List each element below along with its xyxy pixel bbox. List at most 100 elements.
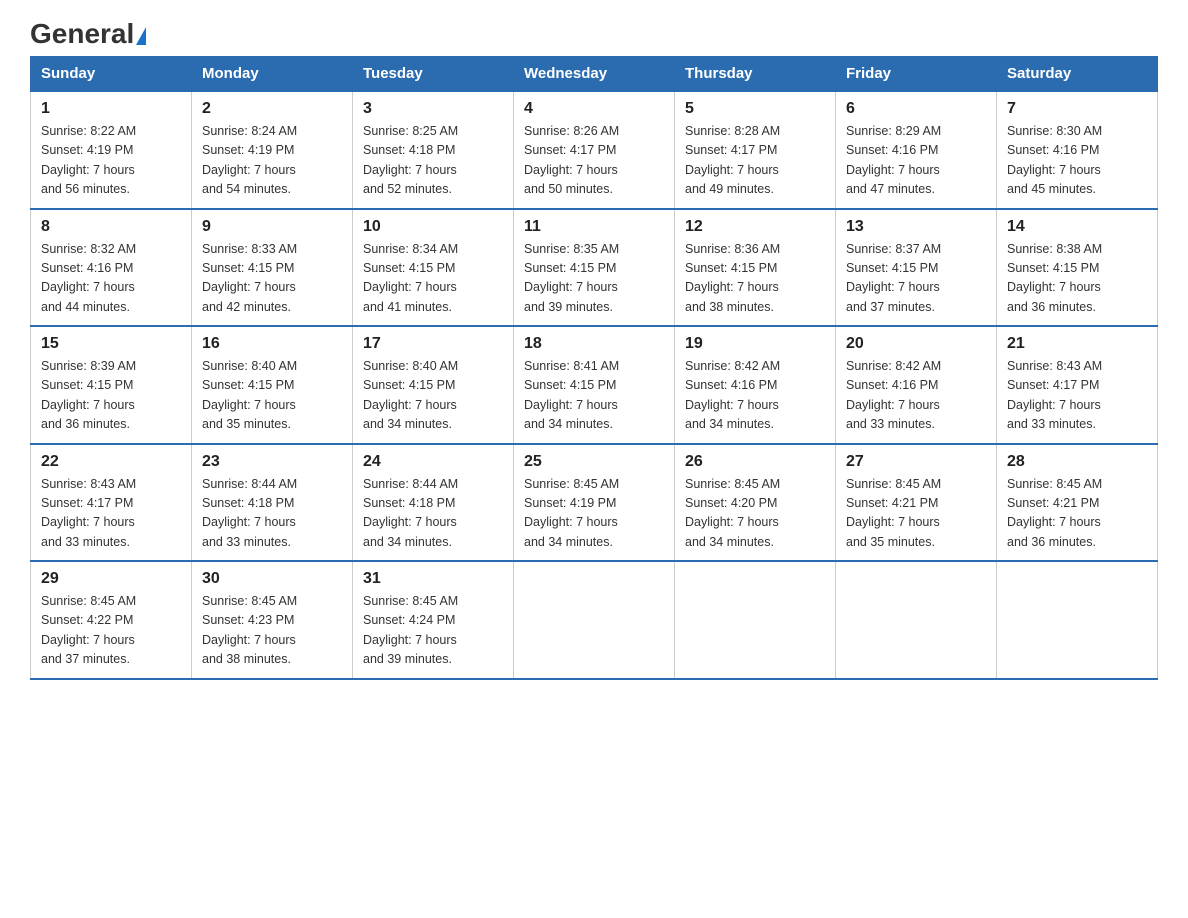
calendar-cell: 4 Sunrise: 8:26 AMSunset: 4:17 PMDayligh… — [514, 91, 675, 209]
calendar-cell: 20 Sunrise: 8:42 AMSunset: 4:16 PMDaylig… — [836, 326, 997, 444]
calendar-cell: 5 Sunrise: 8:28 AMSunset: 4:17 PMDayligh… — [675, 91, 836, 209]
day-number: 16 — [202, 335, 342, 353]
day-info: Sunrise: 8:42 AMSunset: 4:16 PMDaylight:… — [685, 359, 780, 431]
day-info: Sunrise: 8:22 AMSunset: 4:19 PMDaylight:… — [41, 124, 136, 196]
calendar-cell: 10 Sunrise: 8:34 AMSunset: 4:15 PMDaylig… — [353, 209, 514, 327]
day-number: 4 — [524, 100, 664, 118]
day-number: 20 — [846, 335, 986, 353]
calendar-cell — [675, 561, 836, 679]
day-number: 3 — [363, 100, 503, 118]
day-number: 22 — [41, 453, 181, 471]
day-number: 24 — [363, 453, 503, 471]
calendar-cell: 8 Sunrise: 8:32 AMSunset: 4:16 PMDayligh… — [31, 209, 192, 327]
day-info: Sunrise: 8:45 AMSunset: 4:22 PMDaylight:… — [41, 594, 136, 666]
day-info: Sunrise: 8:43 AMSunset: 4:17 PMDaylight:… — [41, 477, 136, 549]
day-info: Sunrise: 8:30 AMSunset: 4:16 PMDaylight:… — [1007, 124, 1102, 196]
calendar-cell: 24 Sunrise: 8:44 AMSunset: 4:18 PMDaylig… — [353, 444, 514, 562]
day-info: Sunrise: 8:37 AMSunset: 4:15 PMDaylight:… — [846, 242, 941, 314]
day-info: Sunrise: 8:26 AMSunset: 4:17 PMDaylight:… — [524, 124, 619, 196]
logo-text: General — [30, 18, 146, 49]
day-info: Sunrise: 8:39 AMSunset: 4:15 PMDaylight:… — [41, 359, 136, 431]
day-info: Sunrise: 8:44 AMSunset: 4:18 PMDaylight:… — [202, 477, 297, 549]
day-number: 10 — [363, 218, 503, 236]
calendar-cell: 25 Sunrise: 8:45 AMSunset: 4:19 PMDaylig… — [514, 444, 675, 562]
day-number: 9 — [202, 218, 342, 236]
calendar-cell: 27 Sunrise: 8:45 AMSunset: 4:21 PMDaylig… — [836, 444, 997, 562]
calendar-cell: 16 Sunrise: 8:40 AMSunset: 4:15 PMDaylig… — [192, 326, 353, 444]
day-number: 21 — [1007, 335, 1147, 353]
day-number: 8 — [41, 218, 181, 236]
day-number: 27 — [846, 453, 986, 471]
day-number: 12 — [685, 218, 825, 236]
day-info: Sunrise: 8:45 AMSunset: 4:24 PMDaylight:… — [363, 594, 458, 666]
day-info: Sunrise: 8:29 AMSunset: 4:16 PMDaylight:… — [846, 124, 941, 196]
calendar-cell: 18 Sunrise: 8:41 AMSunset: 4:15 PMDaylig… — [514, 326, 675, 444]
day-info: Sunrise: 8:40 AMSunset: 4:15 PMDaylight:… — [363, 359, 458, 431]
day-number: 17 — [363, 335, 503, 353]
calendar-cell: 19 Sunrise: 8:42 AMSunset: 4:16 PMDaylig… — [675, 326, 836, 444]
day-info: Sunrise: 8:25 AMSunset: 4:18 PMDaylight:… — [363, 124, 458, 196]
day-info: Sunrise: 8:35 AMSunset: 4:15 PMDaylight:… — [524, 242, 619, 314]
day-number: 14 — [1007, 218, 1147, 236]
calendar-cell: 28 Sunrise: 8:45 AMSunset: 4:21 PMDaylig… — [997, 444, 1158, 562]
calendar-cell: 30 Sunrise: 8:45 AMSunset: 4:23 PMDaylig… — [192, 561, 353, 679]
day-info: Sunrise: 8:45 AMSunset: 4:20 PMDaylight:… — [685, 477, 780, 549]
calendar-cell: 11 Sunrise: 8:35 AMSunset: 4:15 PMDaylig… — [514, 209, 675, 327]
day-number: 11 — [524, 218, 664, 236]
col-header-friday: Friday — [836, 57, 997, 92]
day-number: 28 — [1007, 453, 1147, 471]
calendar-cell — [997, 561, 1158, 679]
day-info: Sunrise: 8:44 AMSunset: 4:18 PMDaylight:… — [363, 477, 458, 549]
calendar-cell: 22 Sunrise: 8:43 AMSunset: 4:17 PMDaylig… — [31, 444, 192, 562]
day-info: Sunrise: 8:24 AMSunset: 4:19 PMDaylight:… — [202, 124, 297, 196]
calendar-cell: 3 Sunrise: 8:25 AMSunset: 4:18 PMDayligh… — [353, 91, 514, 209]
day-info: Sunrise: 8:45 AMSunset: 4:19 PMDaylight:… — [524, 477, 619, 549]
calendar-cell: 13 Sunrise: 8:37 AMSunset: 4:15 PMDaylig… — [836, 209, 997, 327]
calendar-cell: 2 Sunrise: 8:24 AMSunset: 4:19 PMDayligh… — [192, 91, 353, 209]
calendar-cell: 14 Sunrise: 8:38 AMSunset: 4:15 PMDaylig… — [997, 209, 1158, 327]
calendar-cell: 6 Sunrise: 8:29 AMSunset: 4:16 PMDayligh… — [836, 91, 997, 209]
day-number: 5 — [685, 100, 825, 118]
calendar-week-row: 1 Sunrise: 8:22 AMSunset: 4:19 PMDayligh… — [31, 91, 1158, 209]
col-header-wednesday: Wednesday — [514, 57, 675, 92]
calendar-week-row: 22 Sunrise: 8:43 AMSunset: 4:17 PMDaylig… — [31, 444, 1158, 562]
col-header-thursday: Thursday — [675, 57, 836, 92]
page-header: General — [30, 20, 1158, 46]
calendar-week-row: 8 Sunrise: 8:32 AMSunset: 4:16 PMDayligh… — [31, 209, 1158, 327]
calendar-cell: 1 Sunrise: 8:22 AMSunset: 4:19 PMDayligh… — [31, 91, 192, 209]
day-info: Sunrise: 8:32 AMSunset: 4:16 PMDaylight:… — [41, 242, 136, 314]
day-number: 23 — [202, 453, 342, 471]
logo: General — [30, 20, 146, 48]
day-number: 1 — [41, 100, 181, 118]
day-number: 19 — [685, 335, 825, 353]
day-info: Sunrise: 8:45 AMSunset: 4:23 PMDaylight:… — [202, 594, 297, 666]
logo-area: General — [30, 20, 146, 46]
calendar-header-row: SundayMondayTuesdayWednesdayThursdayFrid… — [31, 57, 1158, 92]
day-number: 25 — [524, 453, 664, 471]
col-header-saturday: Saturday — [997, 57, 1158, 92]
day-info: Sunrise: 8:38 AMSunset: 4:15 PMDaylight:… — [1007, 242, 1102, 314]
calendar-cell: 29 Sunrise: 8:45 AMSunset: 4:22 PMDaylig… — [31, 561, 192, 679]
day-number: 18 — [524, 335, 664, 353]
col-header-sunday: Sunday — [31, 57, 192, 92]
day-number: 31 — [363, 570, 503, 588]
day-number: 29 — [41, 570, 181, 588]
calendar-cell: 7 Sunrise: 8:30 AMSunset: 4:16 PMDayligh… — [997, 91, 1158, 209]
day-number: 7 — [1007, 100, 1147, 118]
day-number: 2 — [202, 100, 342, 118]
calendar-cell: 9 Sunrise: 8:33 AMSunset: 4:15 PMDayligh… — [192, 209, 353, 327]
calendar-cell: 15 Sunrise: 8:39 AMSunset: 4:15 PMDaylig… — [31, 326, 192, 444]
day-info: Sunrise: 8:36 AMSunset: 4:15 PMDaylight:… — [685, 242, 780, 314]
calendar-cell — [836, 561, 997, 679]
day-number: 13 — [846, 218, 986, 236]
calendar-cell: 12 Sunrise: 8:36 AMSunset: 4:15 PMDaylig… — [675, 209, 836, 327]
calendar-week-row: 29 Sunrise: 8:45 AMSunset: 4:22 PMDaylig… — [31, 561, 1158, 679]
col-header-tuesday: Tuesday — [353, 57, 514, 92]
col-header-monday: Monday — [192, 57, 353, 92]
day-number: 6 — [846, 100, 986, 118]
day-info: Sunrise: 8:41 AMSunset: 4:15 PMDaylight:… — [524, 359, 619, 431]
day-number: 15 — [41, 335, 181, 353]
calendar-cell: 31 Sunrise: 8:45 AMSunset: 4:24 PMDaylig… — [353, 561, 514, 679]
calendar-week-row: 15 Sunrise: 8:39 AMSunset: 4:15 PMDaylig… — [31, 326, 1158, 444]
day-info: Sunrise: 8:33 AMSunset: 4:15 PMDaylight:… — [202, 242, 297, 314]
